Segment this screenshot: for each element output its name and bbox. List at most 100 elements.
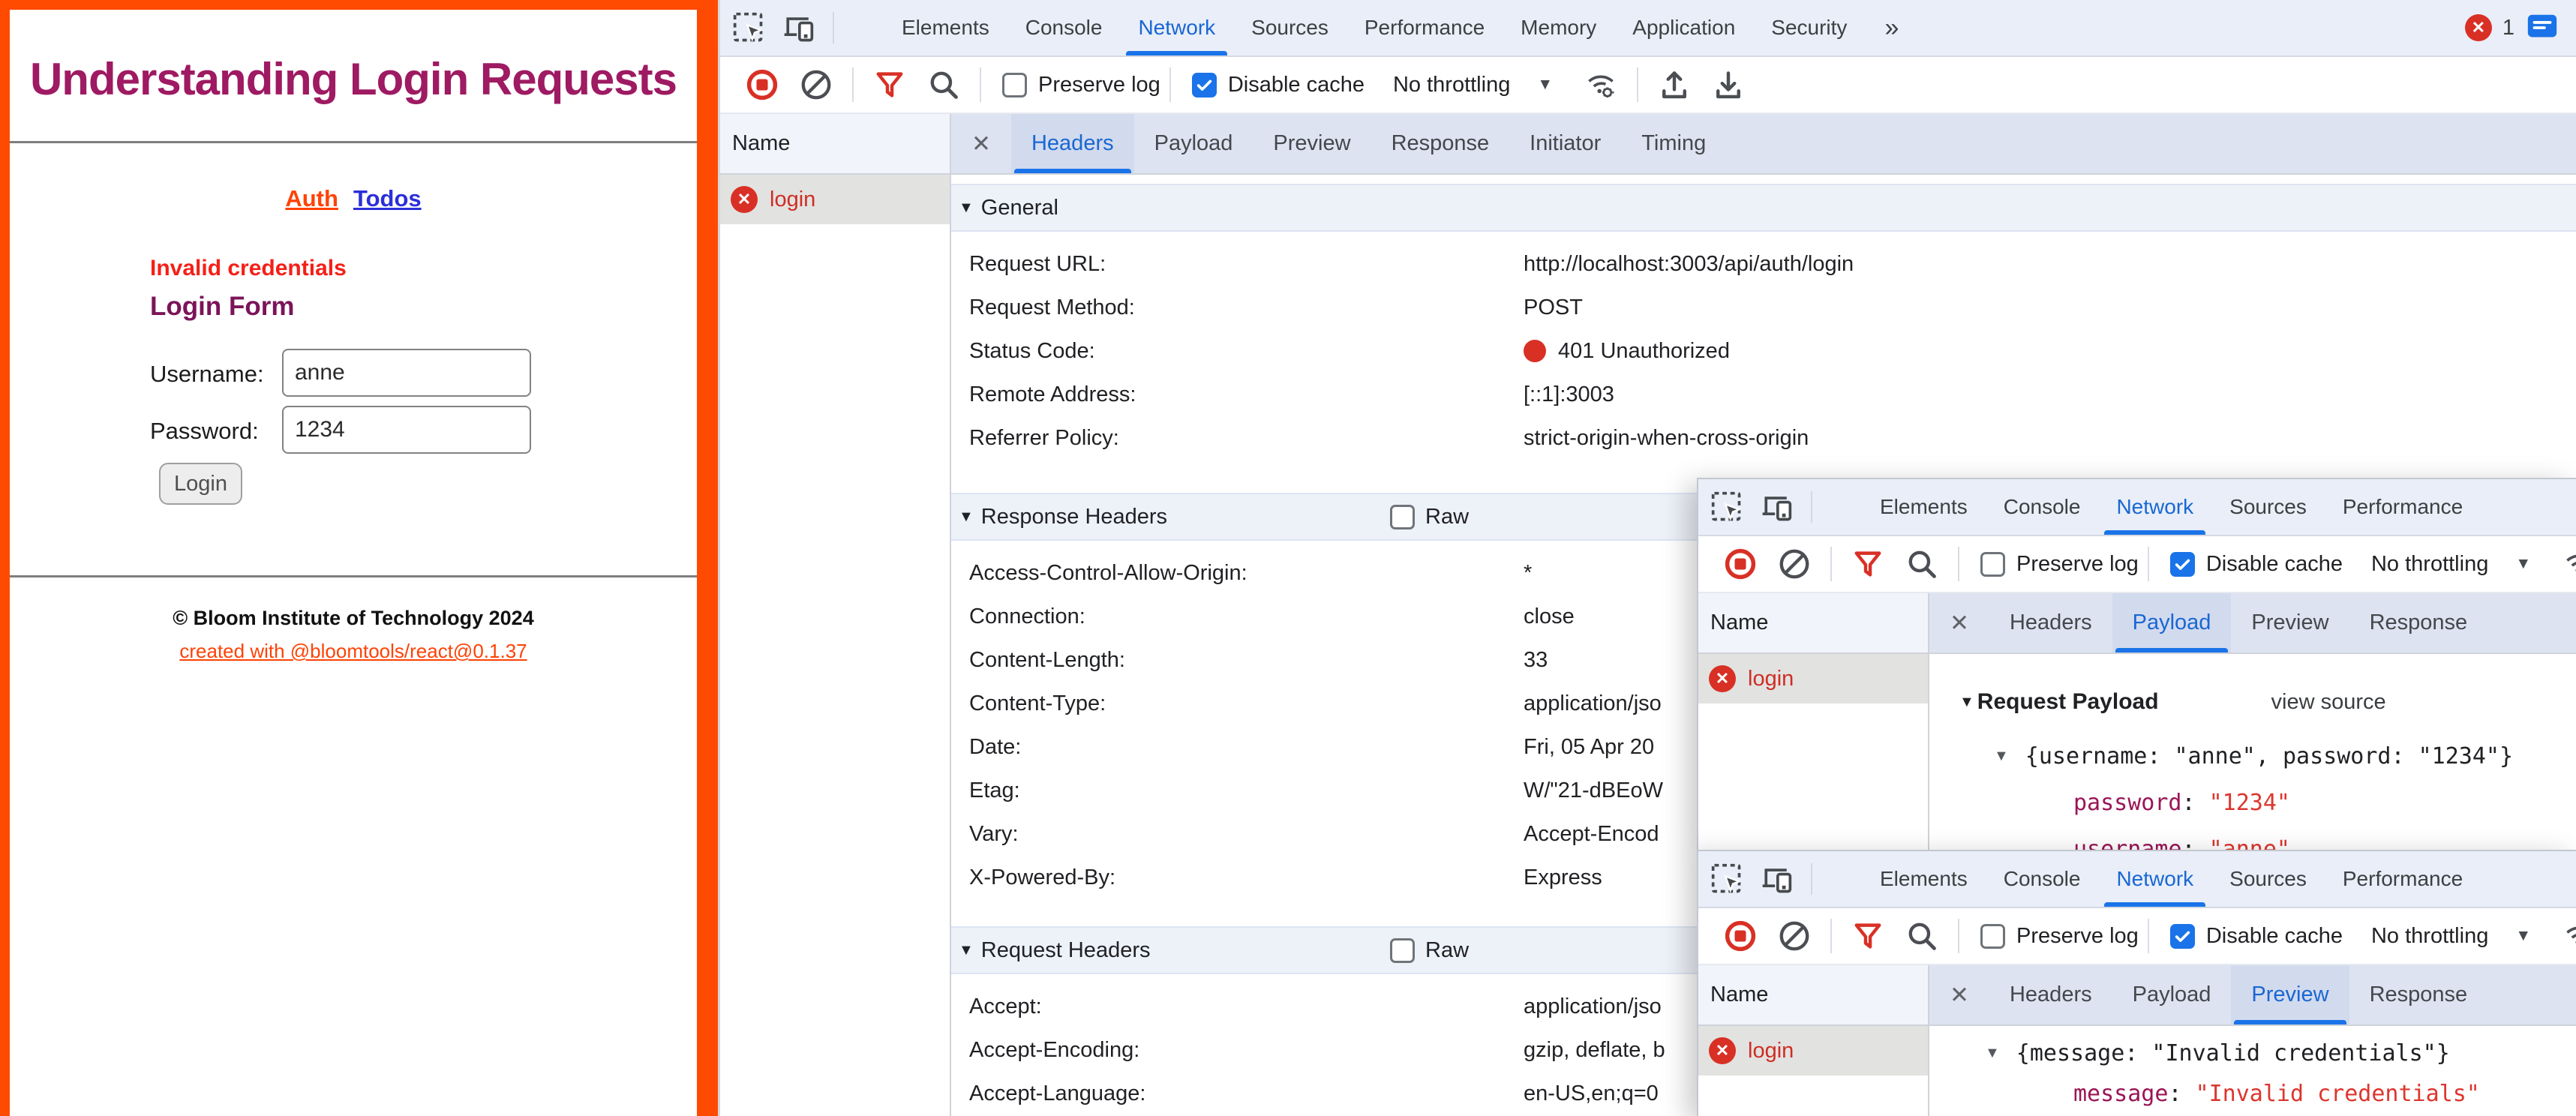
detail-tab-preview[interactable]: Preview [1253,114,1371,173]
detail-tab-preview[interactable]: Preview [2231,965,2349,1024]
raw-checkbox[interactable] [1390,505,1415,530]
request-list-header[interactable]: Name [1698,593,1929,654]
inspect-icon[interactable] [732,11,765,44]
clear-icon[interactable] [789,68,843,101]
request-list-header[interactable]: Name [720,114,951,175]
preserve-log-checkbox[interactable] [1980,552,2005,577]
tab-performance[interactable]: Performance [1347,0,1503,56]
record-icon[interactable] [1713,548,1767,580]
tab-elements[interactable]: Elements [884,0,1007,56]
tab-console[interactable]: Console [1007,0,1121,56]
search-icon[interactable] [1895,920,1949,952]
request-list-header[interactable]: Name [1698,965,1929,1026]
payload-summary[interactable]: ▼{username: "anne", password: "1234"} [1929,740,2576,772]
tab-console[interactable]: Console [1986,479,2099,535]
json-entry[interactable]: password"1234" [1929,786,2576,819]
tab-memory[interactable]: Memory [1503,0,1614,56]
disable-cache-label[interactable]: Disable cache [2206,552,2343,577]
login-button[interactable]: Login [159,463,242,505]
raw-label[interactable]: Raw [1425,938,1469,963]
detail-tab-payload[interactable]: Payload [2112,593,2232,652]
tab-sources[interactable]: Sources [2211,479,2325,535]
expander-icon[interactable]: ▼ [1985,1045,2000,1062]
detail-tab-headers[interactable]: Headers [1011,114,1134,173]
expander-icon[interactable]: ▼ [1959,694,1974,711]
tab-security[interactable]: Security [1753,0,1865,56]
expander-icon[interactable]: ▼ [1994,748,2009,765]
filter-icon[interactable] [863,68,917,101]
tab-performance[interactable]: Performance [2325,851,2481,907]
tab-network[interactable]: Network [2098,479,2211,535]
tab-elements[interactable]: Elements [1862,479,1986,535]
password-input[interactable] [282,406,531,454]
raw-checkbox[interactable] [1390,938,1415,963]
detail-tab-headers[interactable]: Headers [1989,593,2112,652]
throttling-select[interactable]: No throttling [2371,552,2488,577]
tab-application[interactable]: Application [1614,0,1753,56]
view-source-link[interactable]: view source [2271,690,2386,715]
detail-tab-timing[interactable]: Timing [1621,114,1726,173]
search-icon[interactable] [1895,548,1949,580]
throttling-select[interactable]: No throttling [1393,73,1510,98]
preview-summary[interactable]: ▼{message: "Invalid credentials"} [1929,1036,2576,1070]
preserve-log-checkbox[interactable] [1002,73,1027,98]
close-detail-icon[interactable]: ✕ [1929,982,1989,1009]
nav-link-auth[interactable]: Auth [285,185,338,212]
tab-sources[interactable]: Sources [1233,0,1347,56]
detail-tab-headers[interactable]: Headers [1989,965,2112,1024]
request-row-login[interactable]: ✕login [1698,654,1928,704]
inspect-icon[interactable] [1710,862,1743,896]
more-tabs-icon[interactable]: » [1865,14,1918,43]
error-badge-icon[interactable]: ✕ [2465,14,2492,41]
json-entry[interactable]: message"Invalid credentials" [1929,1077,2576,1110]
close-detail-icon[interactable]: ✕ [1929,610,1989,637]
disable-cache-label[interactable]: Disable cache [2206,924,2343,949]
detail-tab-preview[interactable]: Preview [2231,593,2349,652]
tab-sources[interactable]: Sources [2211,851,2325,907]
search-icon[interactable] [917,68,971,101]
device-toolbar-icon[interactable] [1760,862,1793,896]
raw-label[interactable]: Raw [1425,505,1469,530]
detail-tab-response[interactable]: Response [1371,114,1510,173]
preserve-log-checkbox[interactable] [1980,924,2005,949]
expander-icon[interactable]: ▼ [959,200,974,217]
throttling-select[interactable]: No throttling [2371,924,2488,949]
preserve-log-label[interactable]: Preserve log [2016,924,2139,949]
footer-link[interactable]: created with @bloomtools/react@0.1.37 [10,640,697,663]
username-input[interactable] [282,349,531,397]
tab-network[interactable]: Network [2098,851,2211,907]
detail-tab-payload[interactable]: Payload [2112,965,2232,1024]
detail-tab-payload[interactable]: Payload [1134,114,1253,173]
record-icon[interactable] [1713,920,1767,952]
feedback-icon[interactable] [2525,10,2559,45]
expander-icon[interactable]: ▼ [959,508,974,526]
throttling-caret-icon[interactable]: ▼ [2515,555,2531,573]
disable-cache-checkbox[interactable] [2170,924,2195,949]
close-detail-icon[interactable]: ✕ [951,130,1011,158]
preserve-log-label[interactable]: Preserve log [1038,73,1160,98]
disable-cache-checkbox[interactable] [2170,552,2195,577]
disable-cache-checkbox[interactable] [1192,73,1217,98]
export-har-icon[interactable] [1701,68,1755,101]
preserve-log-label[interactable]: Preserve log [2016,552,2139,577]
filter-icon[interactable] [1841,920,1895,952]
clear-icon[interactable] [1767,920,1821,952]
detail-tab-response[interactable]: Response [2349,965,2488,1024]
network-conditions-icon[interactable] [1574,68,1628,101]
network-conditions-icon[interactable] [2552,548,2576,580]
record-icon[interactable] [735,68,789,101]
expander-icon[interactable]: ▼ [959,942,974,959]
tab-elements[interactable]: Elements [1862,851,1986,907]
detail-tab-initiator[interactable]: Initiator [1509,114,1621,173]
request-row-login[interactable]: ✕login [1698,1026,1928,1076]
tab-console[interactable]: Console [1986,851,2099,907]
clear-icon[interactable] [1767,548,1821,580]
detail-tab-response[interactable]: Response [2349,593,2488,652]
device-toolbar-icon[interactable] [782,11,815,44]
import-har-icon[interactable] [1647,68,1701,101]
tab-performance[interactable]: Performance [2325,479,2481,535]
throttling-caret-icon[interactable]: ▼ [1537,76,1553,94]
disable-cache-label[interactable]: Disable cache [1228,73,1365,98]
filter-icon[interactable] [1841,548,1895,580]
request-row-login[interactable]: ✕login [720,175,950,224]
